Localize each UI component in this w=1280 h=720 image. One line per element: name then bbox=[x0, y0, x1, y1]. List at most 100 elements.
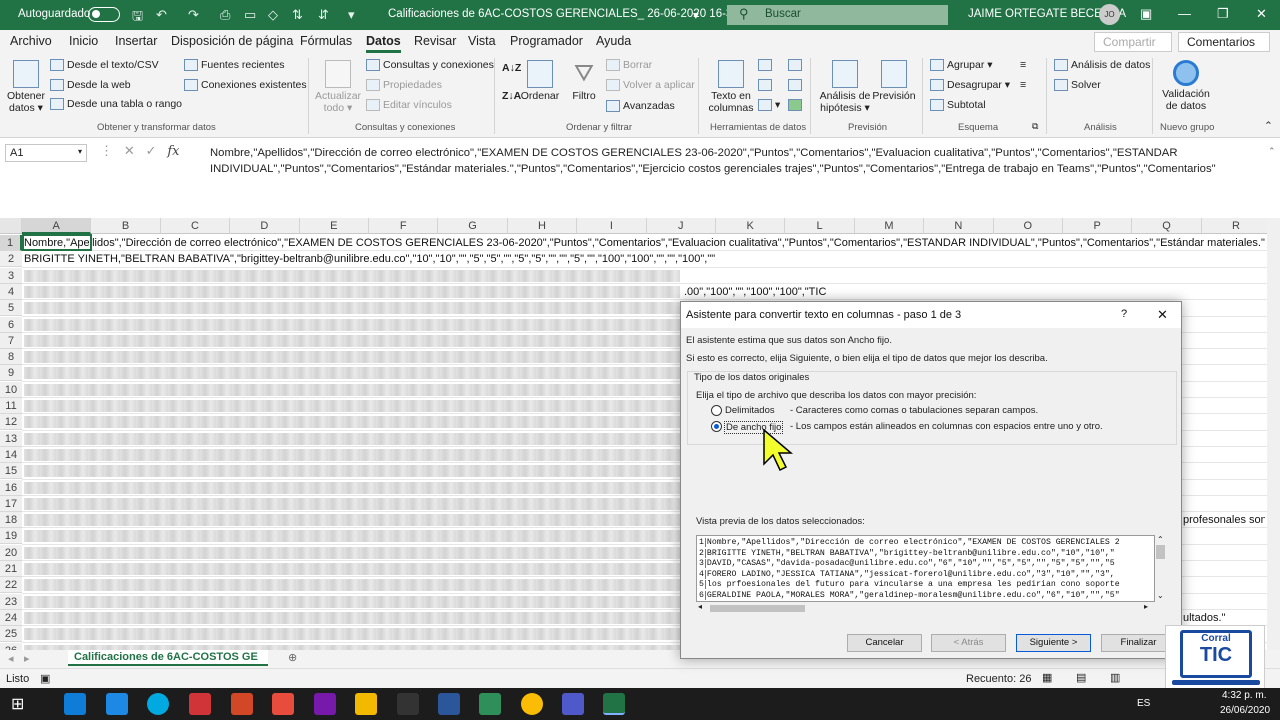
row-header[interactable]: 15 bbox=[0, 463, 22, 480]
cell-r4[interactable]: .00","100","","100","100","TIC bbox=[684, 284, 826, 300]
column-header[interactable]: C bbox=[160, 218, 231, 234]
next-button[interactable]: Siguiente > bbox=[1016, 634, 1091, 652]
app-green-icon[interactable] bbox=[479, 693, 501, 715]
row-header[interactable]: 19 bbox=[0, 528, 22, 545]
formula-input[interactable]: Nombre,"Apellidos","Dirección de correo … bbox=[210, 145, 1265, 177]
group-button[interactable]: Agrupar ▾ bbox=[930, 59, 993, 72]
print-icon[interactable]: ⎙ bbox=[220, 7, 230, 23]
data-preview[interactable]: 1 Nombre,"Apellidos","Dirección de correo… bbox=[696, 535, 1155, 602]
macro-icon[interactable]: ▣ bbox=[40, 672, 50, 685]
row-header[interactable]: 22 bbox=[0, 577, 22, 594]
from-web-button[interactable]: Desde la web bbox=[50, 79, 131, 92]
advanced-filter-button[interactable]: Avanzadas bbox=[606, 100, 675, 113]
cell-r18[interactable]: profesonales son bbox=[1183, 512, 1265, 528]
flash-fill-icon[interactable] bbox=[758, 59, 775, 72]
avatar[interactable]: JO bbox=[1099, 4, 1120, 25]
tab-inicio[interactable]: Inicio bbox=[69, 34, 98, 48]
sheet-vscroll[interactable] bbox=[1267, 218, 1280, 650]
data-analysis-button[interactable]: Análisis de datos bbox=[1054, 59, 1150, 72]
edge-icon[interactable] bbox=[106, 693, 128, 715]
powerpoint-icon[interactable] bbox=[231, 693, 253, 715]
restore-icon[interactable]: ❐ bbox=[1217, 6, 1229, 22]
column-header[interactable]: N bbox=[924, 218, 994, 234]
clear-filter-button[interactable]: Borrar bbox=[606, 59, 652, 72]
column-header[interactable]: M bbox=[854, 218, 925, 234]
sort-za-button[interactable]: Z↓A bbox=[502, 90, 521, 102]
cell-r1[interactable]: Nombre,"Apellidos","Dirección de correo … bbox=[24, 235, 1265, 251]
app-red-icon[interactable] bbox=[189, 693, 211, 715]
customize-qa-icon[interactable]: ▾ bbox=[348, 7, 355, 23]
data-validation-button[interactable]: Validación de datos bbox=[1158, 60, 1214, 112]
reapply-button[interactable]: Volver a aplicar bbox=[606, 79, 695, 92]
row-header[interactable]: 3 bbox=[0, 267, 22, 284]
column-header[interactable]: P bbox=[1063, 218, 1133, 234]
row-header[interactable]: 8 bbox=[0, 349, 22, 366]
next-sheet-icon[interactable]: ▸ bbox=[24, 652, 30, 665]
tab-archivo[interactable]: Archivo bbox=[10, 34, 52, 48]
cancel-button[interactable]: Cancelar bbox=[847, 634, 922, 652]
column-header[interactable]: I bbox=[577, 218, 647, 234]
normal-view-icon[interactable]: ▦ bbox=[1042, 671, 1052, 684]
column-header[interactable]: R bbox=[1201, 218, 1272, 234]
row-header[interactable]: 6 bbox=[0, 316, 22, 333]
edit-links-button[interactable]: Editar vínculos bbox=[366, 99, 452, 112]
row-header[interactable]: 20 bbox=[0, 544, 22, 561]
tab-ayuda[interactable]: Ayuda bbox=[596, 34, 631, 48]
row-header[interactable]: 10 bbox=[0, 381, 22, 398]
row-header[interactable]: 23 bbox=[0, 593, 22, 610]
row-header[interactable]: 11 bbox=[0, 398, 22, 414]
autosave-toggle[interactable] bbox=[88, 7, 120, 22]
close-icon[interactable]: ✕ bbox=[1256, 6, 1267, 22]
teams-icon[interactable] bbox=[562, 693, 584, 715]
row-header[interactable]: 1 bbox=[0, 235, 22, 251]
app-forward-icon[interactable] bbox=[272, 693, 294, 715]
outline-launcher-icon[interactable]: ⧉ bbox=[1032, 121, 1038, 132]
undo-icon[interactable]: ↶ bbox=[156, 7, 167, 23]
sort-button[interactable]: Ordenar bbox=[520, 60, 560, 102]
row-header[interactable]: 13 bbox=[0, 430, 22, 447]
sort-desc-icon[interactable]: ⇵ bbox=[318, 7, 329, 23]
clock-time[interactable]: 4:32 p. m. bbox=[1222, 690, 1266, 701]
onenote-icon[interactable] bbox=[314, 693, 336, 715]
cell-r24[interactable]: ultados." bbox=[1183, 610, 1225, 626]
what-if-button[interactable]: Análisis de hipótesis ▾ bbox=[816, 60, 874, 114]
row-header[interactable]: 24 bbox=[0, 609, 22, 626]
solver-button[interactable]: Solver bbox=[1054, 79, 1101, 92]
row-header[interactable]: 16 bbox=[0, 479, 22, 496]
preview-icon[interactable]: ▭ bbox=[244, 7, 256, 23]
subtotal-button[interactable]: Subtotal bbox=[930, 99, 986, 112]
clock-date[interactable]: 26/06/2020 bbox=[1220, 705, 1270, 716]
tab-insertar[interactable]: Insertar bbox=[115, 34, 157, 48]
tab-vista[interactable]: Vista bbox=[468, 34, 496, 48]
ungroup-button[interactable]: Desagrupar ▾ bbox=[930, 79, 1010, 92]
tab-revisar[interactable]: Revisar bbox=[414, 34, 456, 48]
minimize-icon[interactable]: — bbox=[1178, 6, 1191, 21]
queries-connections-button[interactable]: Consultas y conexiones bbox=[366, 59, 494, 72]
row-header[interactable]: 21 bbox=[0, 561, 22, 577]
preview-vscroll[interactable]: ⌃ ⌄ bbox=[1155, 535, 1167, 602]
cell-r2[interactable]: BRIGITTE YINETH,"BELTRAN BABATIVA","brig… bbox=[24, 251, 715, 267]
preview-hscroll[interactable]: ◂ ▸ bbox=[696, 602, 1155, 614]
row-header[interactable]: 14 bbox=[0, 446, 22, 463]
row-header[interactable]: 9 bbox=[0, 365, 22, 382]
page-layout-icon[interactable]: ▤ bbox=[1076, 671, 1086, 684]
column-header[interactable]: K bbox=[716, 218, 786, 234]
column-header[interactable]: O bbox=[993, 218, 1063, 234]
row-header[interactable]: 5 bbox=[0, 300, 22, 317]
tab-formulas[interactable]: Fórmulas bbox=[300, 34, 352, 48]
consolidate-icon[interactable] bbox=[788, 59, 805, 72]
row-header[interactable]: 17 bbox=[0, 495, 22, 512]
delimited-radio[interactable] bbox=[711, 405, 722, 416]
delimited-label[interactable]: Delimitados bbox=[725, 405, 775, 416]
row-header[interactable]: 2 bbox=[0, 251, 22, 268]
relationships-icon[interactable] bbox=[788, 79, 805, 92]
show-detail-icon[interactable]: ≡ bbox=[1020, 59, 1026, 71]
column-header[interactable]: E bbox=[299, 218, 369, 234]
skype-icon[interactable] bbox=[147, 693, 169, 715]
ribbon-display-icon[interactable]: ▣ bbox=[1140, 6, 1152, 22]
refresh-all-button[interactable]: Actualizar todo ▾ bbox=[314, 60, 362, 114]
hide-detail-icon[interactable]: ≡ bbox=[1020, 79, 1026, 91]
column-header[interactable]: A bbox=[22, 218, 92, 234]
name-box[interactable]: A1 ▾ bbox=[5, 144, 87, 162]
recent-sources-button[interactable]: Fuentes recientes bbox=[184, 59, 284, 72]
